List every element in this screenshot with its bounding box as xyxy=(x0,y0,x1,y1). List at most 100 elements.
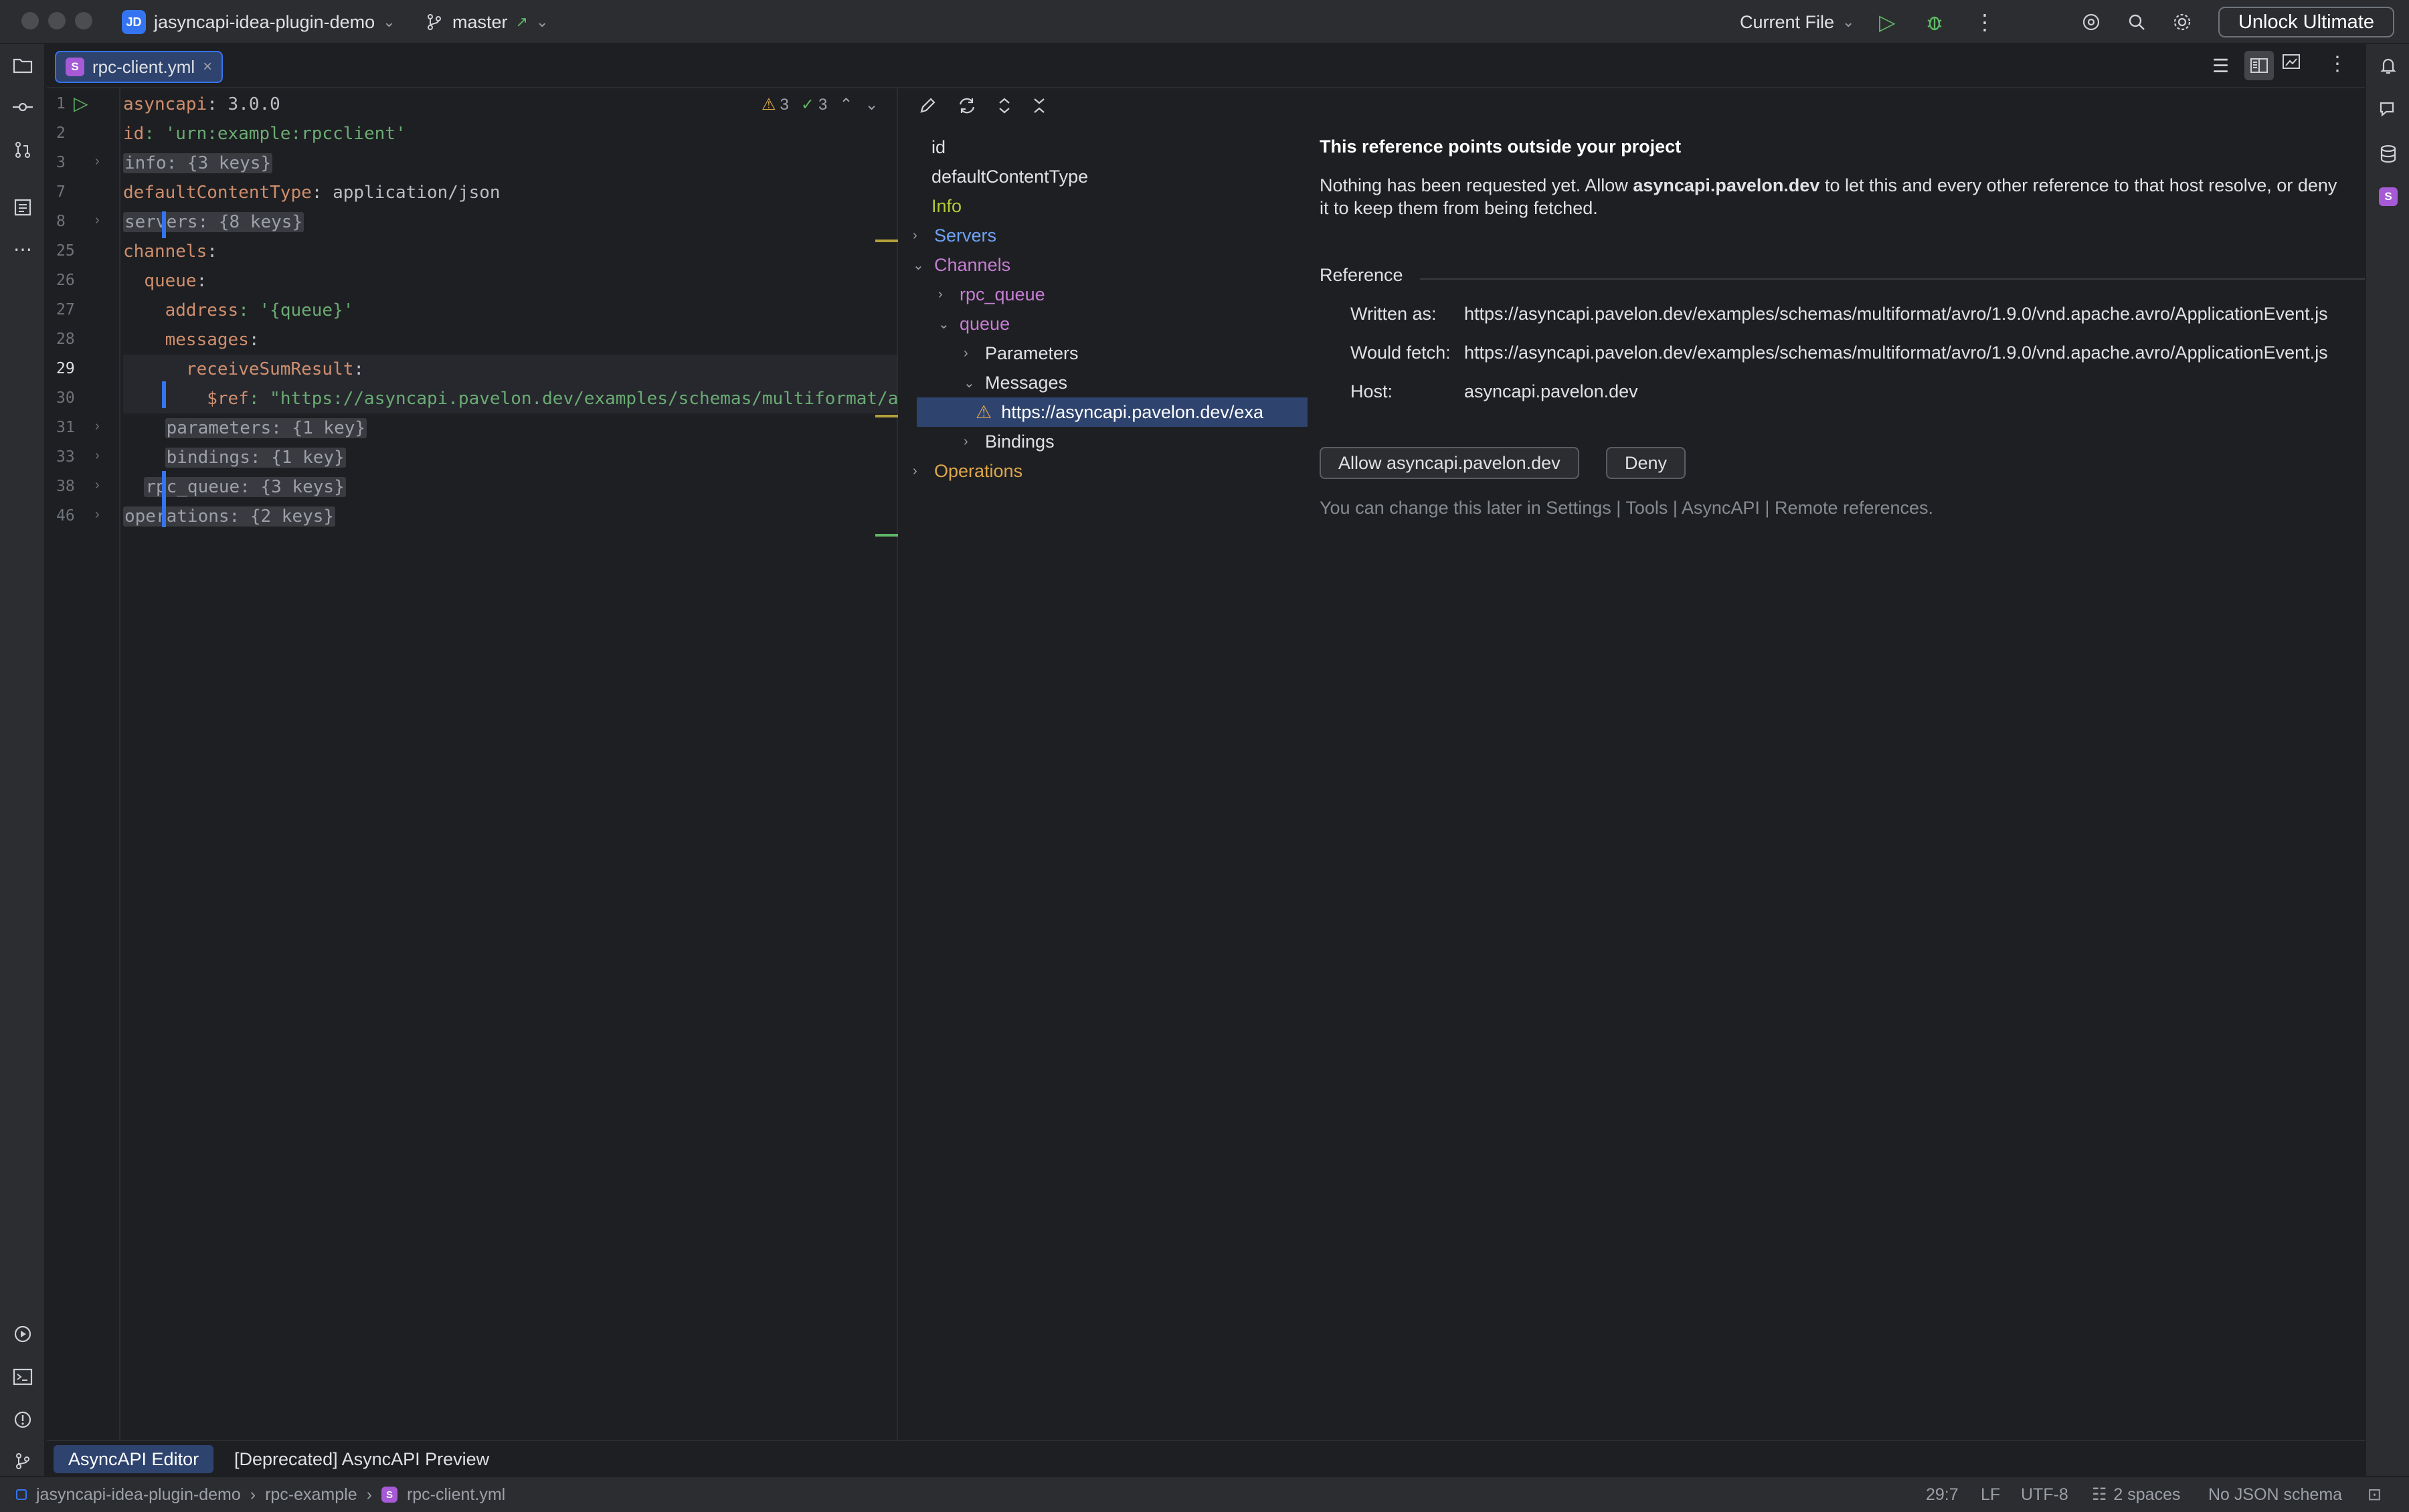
breadcrumb-project[interactable]: jasyncapi-idea-plugin-demo xyxy=(36,1485,241,1505)
breadcrumb-folder[interactable]: rpc-example xyxy=(265,1485,357,1505)
minimize-window-button[interactable] xyxy=(48,12,66,29)
chevron-right-icon[interactable]: › xyxy=(913,228,925,244)
split-view-icon[interactable] xyxy=(2244,51,2274,80)
more-tools-icon[interactable]: ⋯ xyxy=(9,235,36,262)
project-selector[interactable]: JD jasyncapi-idea-plugin-demo ⌄ xyxy=(122,0,395,44)
run-icon[interactable]: ▷ xyxy=(1879,0,1896,44)
asyncapi-plugin-icon[interactable]: S xyxy=(2375,183,2402,210)
terminal-icon[interactable] xyxy=(9,1363,36,1390)
code-line[interactable]: id: 'urn:example:rpcclient' xyxy=(123,119,406,149)
folded-region[interactable]: info: {3 keys} xyxy=(123,153,273,173)
file-encoding[interactable]: UTF-8 xyxy=(2021,1485,2068,1505)
folded-region[interactable]: parameters: {1 key} xyxy=(165,418,367,438)
tree-item[interactable]: ⌄ queue xyxy=(938,309,1010,339)
fold-toggle-icon[interactable]: › xyxy=(95,154,100,169)
next-highlight-icon[interactable]: ⌄ xyxy=(865,95,878,114)
code-line[interactable]: defaultContentType: application/json xyxy=(123,178,501,207)
tree-item[interactable]: ⌄ Channels xyxy=(913,250,1010,280)
code-line[interactable]: queue: xyxy=(123,266,207,296)
tree-item[interactable]: › rpc_queue xyxy=(938,280,1045,309)
notifications-icon[interactable] xyxy=(2375,52,2402,79)
refresh-icon[interactable] xyxy=(957,96,977,115)
run-gutter-icon[interactable]: ▷ xyxy=(74,92,88,114)
search-icon[interactable] xyxy=(2127,0,2147,44)
code-line[interactable]: asyncapi: 3.0.0 xyxy=(123,90,280,119)
problems-icon[interactable] xyxy=(9,1406,36,1433)
tab-asyncapi-editor[interactable]: AsyncAPI Editor xyxy=(54,1445,214,1473)
code-line[interactable]: messages: xyxy=(123,325,260,355)
git-icon[interactable] xyxy=(9,1448,36,1475)
code-line[interactable]: bindings: {1 key} xyxy=(123,443,346,472)
close-icon[interactable]: × xyxy=(203,58,212,76)
folded-region[interactable]: operations: {2 keys} xyxy=(123,506,336,527)
caret-position[interactable]: 29:7 xyxy=(1926,1485,1959,1505)
line-separator[interactable]: LF xyxy=(1981,1485,2000,1505)
chevron-right-icon[interactable]: › xyxy=(938,287,950,302)
tree-item[interactable]: ⌄ Messages xyxy=(964,368,1067,397)
folded-region[interactable]: bindings: {1 key} xyxy=(165,448,346,468)
chevron-right-icon[interactable]: › xyxy=(964,434,976,450)
code-line[interactable]: operations: {2 keys} xyxy=(123,502,336,531)
code-line[interactable]: parameters: {1 key} xyxy=(123,413,367,443)
more-options-icon[interactable]: ⋮ xyxy=(2327,52,2347,76)
structure-icon[interactable] xyxy=(9,194,36,221)
chevron-down-icon[interactable]: ⌄ xyxy=(938,316,950,333)
debug-icon[interactable] xyxy=(1925,0,1945,44)
project-folder-icon[interactable] xyxy=(9,52,36,79)
branch-selector[interactable]: master ↗ ⌄ xyxy=(424,0,548,44)
expand-all-icon[interactable] xyxy=(997,96,1012,115)
tree-item[interactable]: › Bindings xyxy=(964,427,1055,456)
fold-toggle-icon[interactable]: › xyxy=(95,478,100,493)
previous-highlight-icon[interactable]: ⌃ xyxy=(839,95,853,114)
indent-setting[interactable]: ☷ 2 spaces xyxy=(2092,1485,2180,1505)
collapse-all-icon[interactable] xyxy=(1032,96,1047,115)
allow-host-button[interactable]: Allow asyncapi.pavelon.dev xyxy=(1320,447,1579,479)
tree-item[interactable]: › Operations xyxy=(913,456,1022,486)
tree-item[interactable]: id xyxy=(931,132,946,162)
tree-item[interactable]: › Servers xyxy=(913,221,996,250)
fold-toggle-icon[interactable]: › xyxy=(95,419,100,434)
lock-icon[interactable]: ⊡ xyxy=(2368,1485,2382,1505)
folded-region[interactable]: servers: {8 keys} xyxy=(123,212,304,232)
chevron-down-icon[interactable]: ⌄ xyxy=(913,257,925,274)
code-editor[interactable]: 1 2 3 › 7 8 › 25 26 27 28 29 30 31 › 33 › 38 › 46 › ▷ asynca… xyxy=(47,88,898,1440)
close-window-button[interactable] xyxy=(21,12,39,29)
tree-item[interactable]: ⚠ https://asyncapi.pavelon.dev/exa xyxy=(917,397,1308,427)
edit-icon[interactable] xyxy=(918,96,937,115)
gear-icon[interactable] xyxy=(2172,0,2192,44)
ai-chat-icon[interactable] xyxy=(2375,96,2402,123)
inspection-widget[interactable]: ⚠ 3 ✓ 3 ⌃ ⌄ xyxy=(762,95,879,114)
folded-region[interactable]: rpc_queue: {3 keys} xyxy=(144,477,346,497)
code-line[interactable]: receiveSumResult: xyxy=(123,355,897,384)
code-line[interactable]: rpc_queue: {3 keys} xyxy=(123,472,346,502)
unlock-ultimate-button[interactable]: Unlock Ultimate xyxy=(2218,7,2394,37)
tab-deprecated-preview[interactable]: [Deprecated] AsyncAPI Preview xyxy=(234,1445,489,1473)
tree-item[interactable]: defaultContentType xyxy=(931,162,1088,191)
chevron-right-icon[interactable]: › xyxy=(913,464,925,479)
fold-toggle-icon[interactable]: › xyxy=(95,213,100,228)
code-line[interactable]: info: {3 keys} xyxy=(123,149,273,178)
fold-toggle-icon[interactable]: › xyxy=(95,507,100,523)
ai-assistant-icon[interactable] xyxy=(2081,0,2101,44)
more-actions-icon[interactable]: ⋮ xyxy=(1974,0,1995,44)
run-config-selector[interactable]: Current File ⌄ xyxy=(1740,0,1854,44)
services-icon[interactable] xyxy=(9,1321,36,1347)
chevron-right-icon[interactable]: › xyxy=(964,346,976,361)
tree-item[interactable]: Info xyxy=(931,191,962,221)
tree-item[interactable]: › Parameters xyxy=(964,339,1079,368)
json-schema[interactable]: No JSON schema xyxy=(2208,1485,2342,1505)
zoom-window-button[interactable] xyxy=(75,12,92,29)
code-line[interactable]: channels: xyxy=(123,237,217,266)
pull-requests-icon[interactable] xyxy=(9,136,36,163)
commit-icon[interactable] xyxy=(9,94,36,120)
preview-only-icon[interactable] xyxy=(2282,54,2301,70)
database-icon[interactable] xyxy=(2375,140,2402,167)
code-line[interactable]: address: '{queue}' xyxy=(123,296,354,325)
code-line[interactable]: $ref: "https://asyncapi.pavelon.dev/exam… xyxy=(123,384,898,413)
tab-rpc-client[interactable]: S rpc-client.yml × xyxy=(55,51,224,83)
breadcrumb-file[interactable]: rpc-client.yml xyxy=(407,1485,505,1505)
chevron-down-icon[interactable]: ⌄ xyxy=(964,375,976,391)
fold-toggle-icon[interactable]: › xyxy=(95,448,100,464)
editor-only-icon[interactable]: ☰ xyxy=(2212,55,2229,77)
code-line[interactable]: servers: {8 keys} xyxy=(123,207,304,237)
